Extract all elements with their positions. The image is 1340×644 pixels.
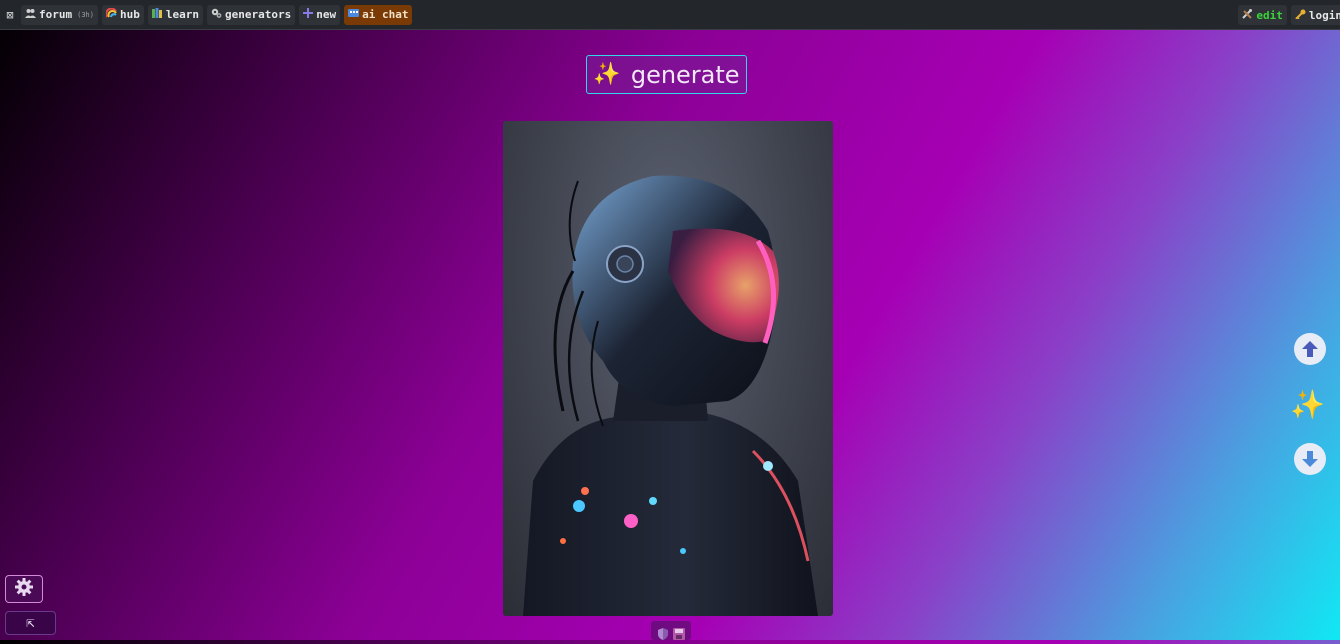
nav-hub[interactable]: hub xyxy=(101,4,144,25)
nav-hub-label: hub xyxy=(119,8,140,21)
scroll-down-icon[interactable] xyxy=(1294,443,1326,475)
books-icon xyxy=(151,8,163,21)
save-icon[interactable] xyxy=(673,625,685,640)
shield-icon[interactable] xyxy=(657,625,669,640)
close-box-icon[interactable]: ⊠ xyxy=(3,8,17,22)
generated-image xyxy=(503,121,833,616)
collapse-button[interactable]: ⇱ xyxy=(5,611,56,635)
nav-ai-chat-label: ai chat xyxy=(362,8,409,21)
image-tools xyxy=(651,621,691,640)
nav-new[interactable]: new xyxy=(299,4,341,25)
nav-generators[interactable]: generators xyxy=(206,4,296,25)
key-icon xyxy=(1295,9,1306,22)
login-button[interactable]: login xyxy=(1290,5,1340,25)
sparkles-icon[interactable]: ✨ xyxy=(1290,388,1325,422)
gear-icon xyxy=(15,578,33,600)
generate-label: generate xyxy=(630,60,740,89)
gears-icon xyxy=(211,8,222,21)
nav-forum-label: forum xyxy=(39,8,73,21)
collapse-arrow-icon: ⇱ xyxy=(26,615,35,631)
nav-learn[interactable]: learn xyxy=(147,4,203,25)
nav-forum-badge: (3h) xyxy=(77,10,94,19)
cyborg-portrait-image xyxy=(523,175,818,616)
scroll-up-icon[interactable] xyxy=(1294,333,1326,365)
nav-ai-chat[interactable]: ai chat xyxy=(344,4,413,25)
chat-icon xyxy=(348,8,360,21)
edit-label: edit xyxy=(1256,8,1283,22)
settings-button[interactable] xyxy=(5,575,43,603)
users-icon xyxy=(25,8,36,21)
rainbow-icon xyxy=(105,7,117,21)
top-navigation-bar: ⊠ forum (3h) hub learn generators new ai… xyxy=(0,0,1340,30)
plus-icon xyxy=(303,8,314,21)
nav-new-label: new xyxy=(316,8,337,21)
nav-forum[interactable]: forum (3h) xyxy=(21,4,98,25)
tools-icon xyxy=(1242,8,1253,22)
generate-button[interactable]: ✨ generate xyxy=(586,55,747,94)
nav-learn-label: learn xyxy=(165,8,199,21)
login-label: login xyxy=(1308,8,1340,22)
nav-generators-label: generators xyxy=(224,8,292,21)
topbar-right-group: edit login xyxy=(1234,5,1340,25)
edit-button[interactable]: edit xyxy=(1238,5,1287,25)
sparkles-icon: ✨ xyxy=(593,62,621,87)
